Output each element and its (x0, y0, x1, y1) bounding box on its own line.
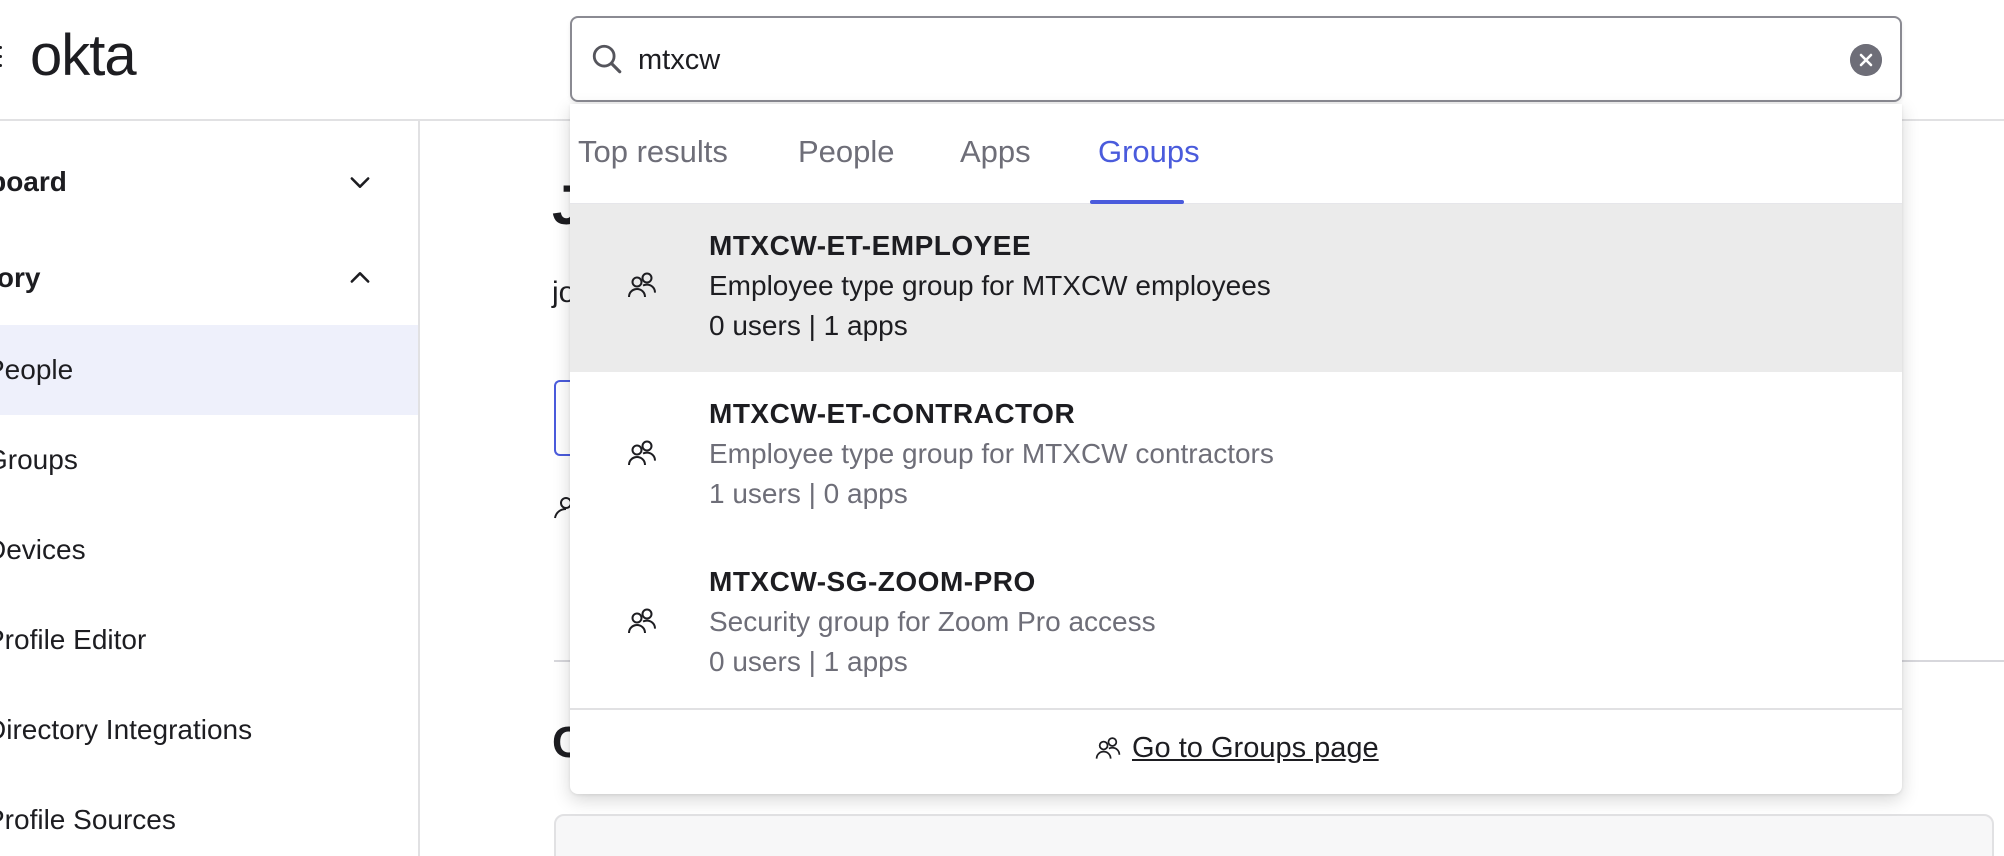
sidebar-section-directory[interactable]: ctory (0, 243, 418, 313)
sidebar-item-profile-editor[interactable]: Profile Editor (0, 595, 418, 685)
menu-icon[interactable] (0, 46, 4, 68)
app-root: okta nboard ctory People Groups Devices … (0, 0, 2004, 856)
sidebar-item-label: Directory Integrations (0, 714, 253, 745)
search-result-item[interactable]: MTXCW-ET-EMPLOYEE Employee type group fo… (570, 204, 1902, 372)
sidebar-item-groups[interactable]: Groups (0, 415, 418, 505)
clear-icon[interactable] (1850, 44, 1882, 76)
result-title: MTXCW-ET-EMPLOYEE (709, 230, 1032, 261)
result-description: Security group for Zoom Pro access (709, 606, 1156, 637)
chevron-up-icon (350, 272, 370, 283)
search-results-dropdown: Top results People Apps Groups MTXCW-ET-… (570, 104, 1902, 794)
sidebar-section-label: ctory (0, 262, 41, 293)
tab-top-results[interactable]: Top results (578, 134, 728, 204)
result-meta: 0 users | 1 apps (709, 310, 908, 341)
chevron-down-icon (350, 177, 370, 188)
group-icon (628, 608, 656, 634)
sidebar-item-label: Devices (0, 534, 86, 565)
result-description: Employee type group for MTXCW employees (709, 270, 1271, 301)
search-tabs: Top results People Apps Groups (570, 104, 1902, 204)
sidebar-item-profile-sources[interactable]: Profile Sources (0, 775, 418, 856)
search-input[interactable] (638, 36, 1818, 84)
sidebar-section-dashboard[interactable]: nboard (0, 147, 418, 217)
sidebar-item-devices[interactable]: Devices (0, 505, 418, 595)
tab-people[interactable]: People (798, 134, 895, 204)
search-result-item[interactable]: MTXCW-SG-ZOOM-PRO Security group for Zoo… (570, 540, 1902, 708)
result-meta: 0 users | 1 apps (709, 646, 908, 677)
result-description: Employee type group for MTXCW contractor… (709, 438, 1274, 469)
go-to-groups-label: Go to Groups page (1132, 732, 1379, 764)
global-search (570, 16, 1902, 102)
content-card (554, 814, 1994, 856)
group-icon (628, 272, 656, 298)
tab-groups[interactable]: Groups (1098, 134, 1200, 204)
result-meta: 1 users | 0 apps (709, 478, 908, 509)
sidebar-item-label: People (0, 354, 74, 385)
group-icon (1095, 736, 1121, 759)
group-icon (628, 440, 656, 466)
sidebar-item-label: Groups (0, 444, 78, 475)
sidebar-item-directory-integrations[interactable]: Directory Integrations (0, 685, 418, 775)
sidebar-item-label: Profile Sources (0, 804, 176, 835)
search-result-item[interactable]: MTXCW-ET-CONTRACTOR Employee type group … (570, 372, 1902, 540)
tab-apps[interactable]: Apps (960, 134, 1031, 204)
dropdown-footer: Go to Groups page (570, 708, 1902, 794)
result-title: MTXCW-ET-CONTRACTOR (709, 398, 1076, 429)
sidebar: nboard ctory People Groups Devices Profi… (0, 121, 420, 856)
go-to-groups-link[interactable]: Go to Groups page (1094, 732, 1379, 765)
sidebar-item-label: Profile Editor (0, 624, 147, 655)
okta-logo[interactable]: okta (30, 22, 137, 89)
search-icon (592, 44, 622, 74)
result-title: MTXCW-SG-ZOOM-PRO (709, 566, 1036, 597)
sidebar-item-people[interactable]: People (0, 325, 418, 415)
sidebar-section-label: nboard (0, 166, 67, 197)
